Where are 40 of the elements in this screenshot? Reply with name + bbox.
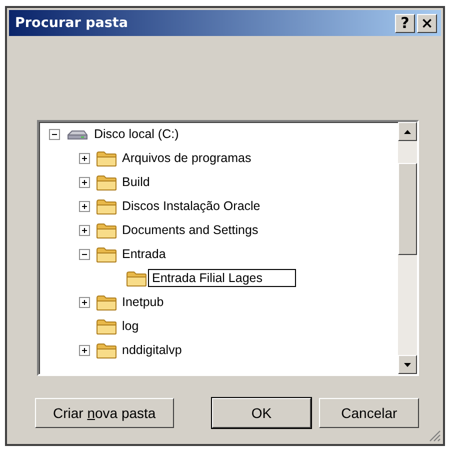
expand-toggle[interactable] [79, 176, 90, 188]
folder-icon [96, 174, 117, 190]
folder-icon [126, 270, 147, 286]
expand-toggle[interactable] [79, 296, 90, 308]
down-arrow-icon [403, 362, 412, 368]
scroll-up-button[interactable] [398, 122, 417, 141]
folder-icon [96, 150, 117, 166]
scroll-thumb[interactable] [398, 163, 417, 255]
folder-icon [96, 222, 117, 238]
expand-toggle[interactable] [79, 152, 90, 164]
tree-item[interactable]: Disco local (C:) [94, 127, 179, 141]
folder-icon [96, 294, 117, 310]
folder-icon [96, 198, 117, 214]
folder-icon [96, 342, 117, 358]
tree-item[interactable]: nddigitalvp [122, 343, 182, 357]
tree-item[interactable]: log [122, 319, 139, 333]
new-folder-button[interactable]: Criar nova pasta [35, 398, 174, 428]
scroll-down-button[interactable] [398, 355, 417, 374]
expand-toggle[interactable] [79, 344, 90, 356]
collapse-toggle[interactable] [79, 248, 90, 260]
expand-toggle[interactable] [79, 200, 90, 212]
tree-item[interactable]: Discos Instalação Oracle [122, 199, 260, 213]
window-title: Procurar pasta [15, 15, 128, 31]
ok-button[interactable]: OK [212, 398, 312, 428]
folder-icon [96, 318, 117, 334]
scrollbar[interactable] [398, 122, 417, 374]
collapse-toggle[interactable] [49, 128, 60, 140]
close-button[interactable]: × [417, 14, 437, 32]
cancel-button[interactable]: Cancelar [319, 398, 419, 428]
tree-item[interactable]: Documents and Settings [122, 223, 258, 237]
rename-field[interactable]: Entrada Filial Lages [148, 269, 296, 287]
up-arrow-icon [403, 128, 412, 134]
tree-item[interactable]: Build [122, 175, 150, 189]
tree-item[interactable]: Arquivos de programas [122, 151, 252, 165]
expand-toggle[interactable] [79, 224, 90, 236]
tree-item[interactable]: Entrada [122, 247, 166, 261]
help-button[interactable]: ? [395, 14, 415, 32]
tree-item[interactable]: Inetpub [122, 295, 164, 309]
folder-icon [96, 246, 117, 262]
resize-grip-icon [429, 430, 441, 442]
